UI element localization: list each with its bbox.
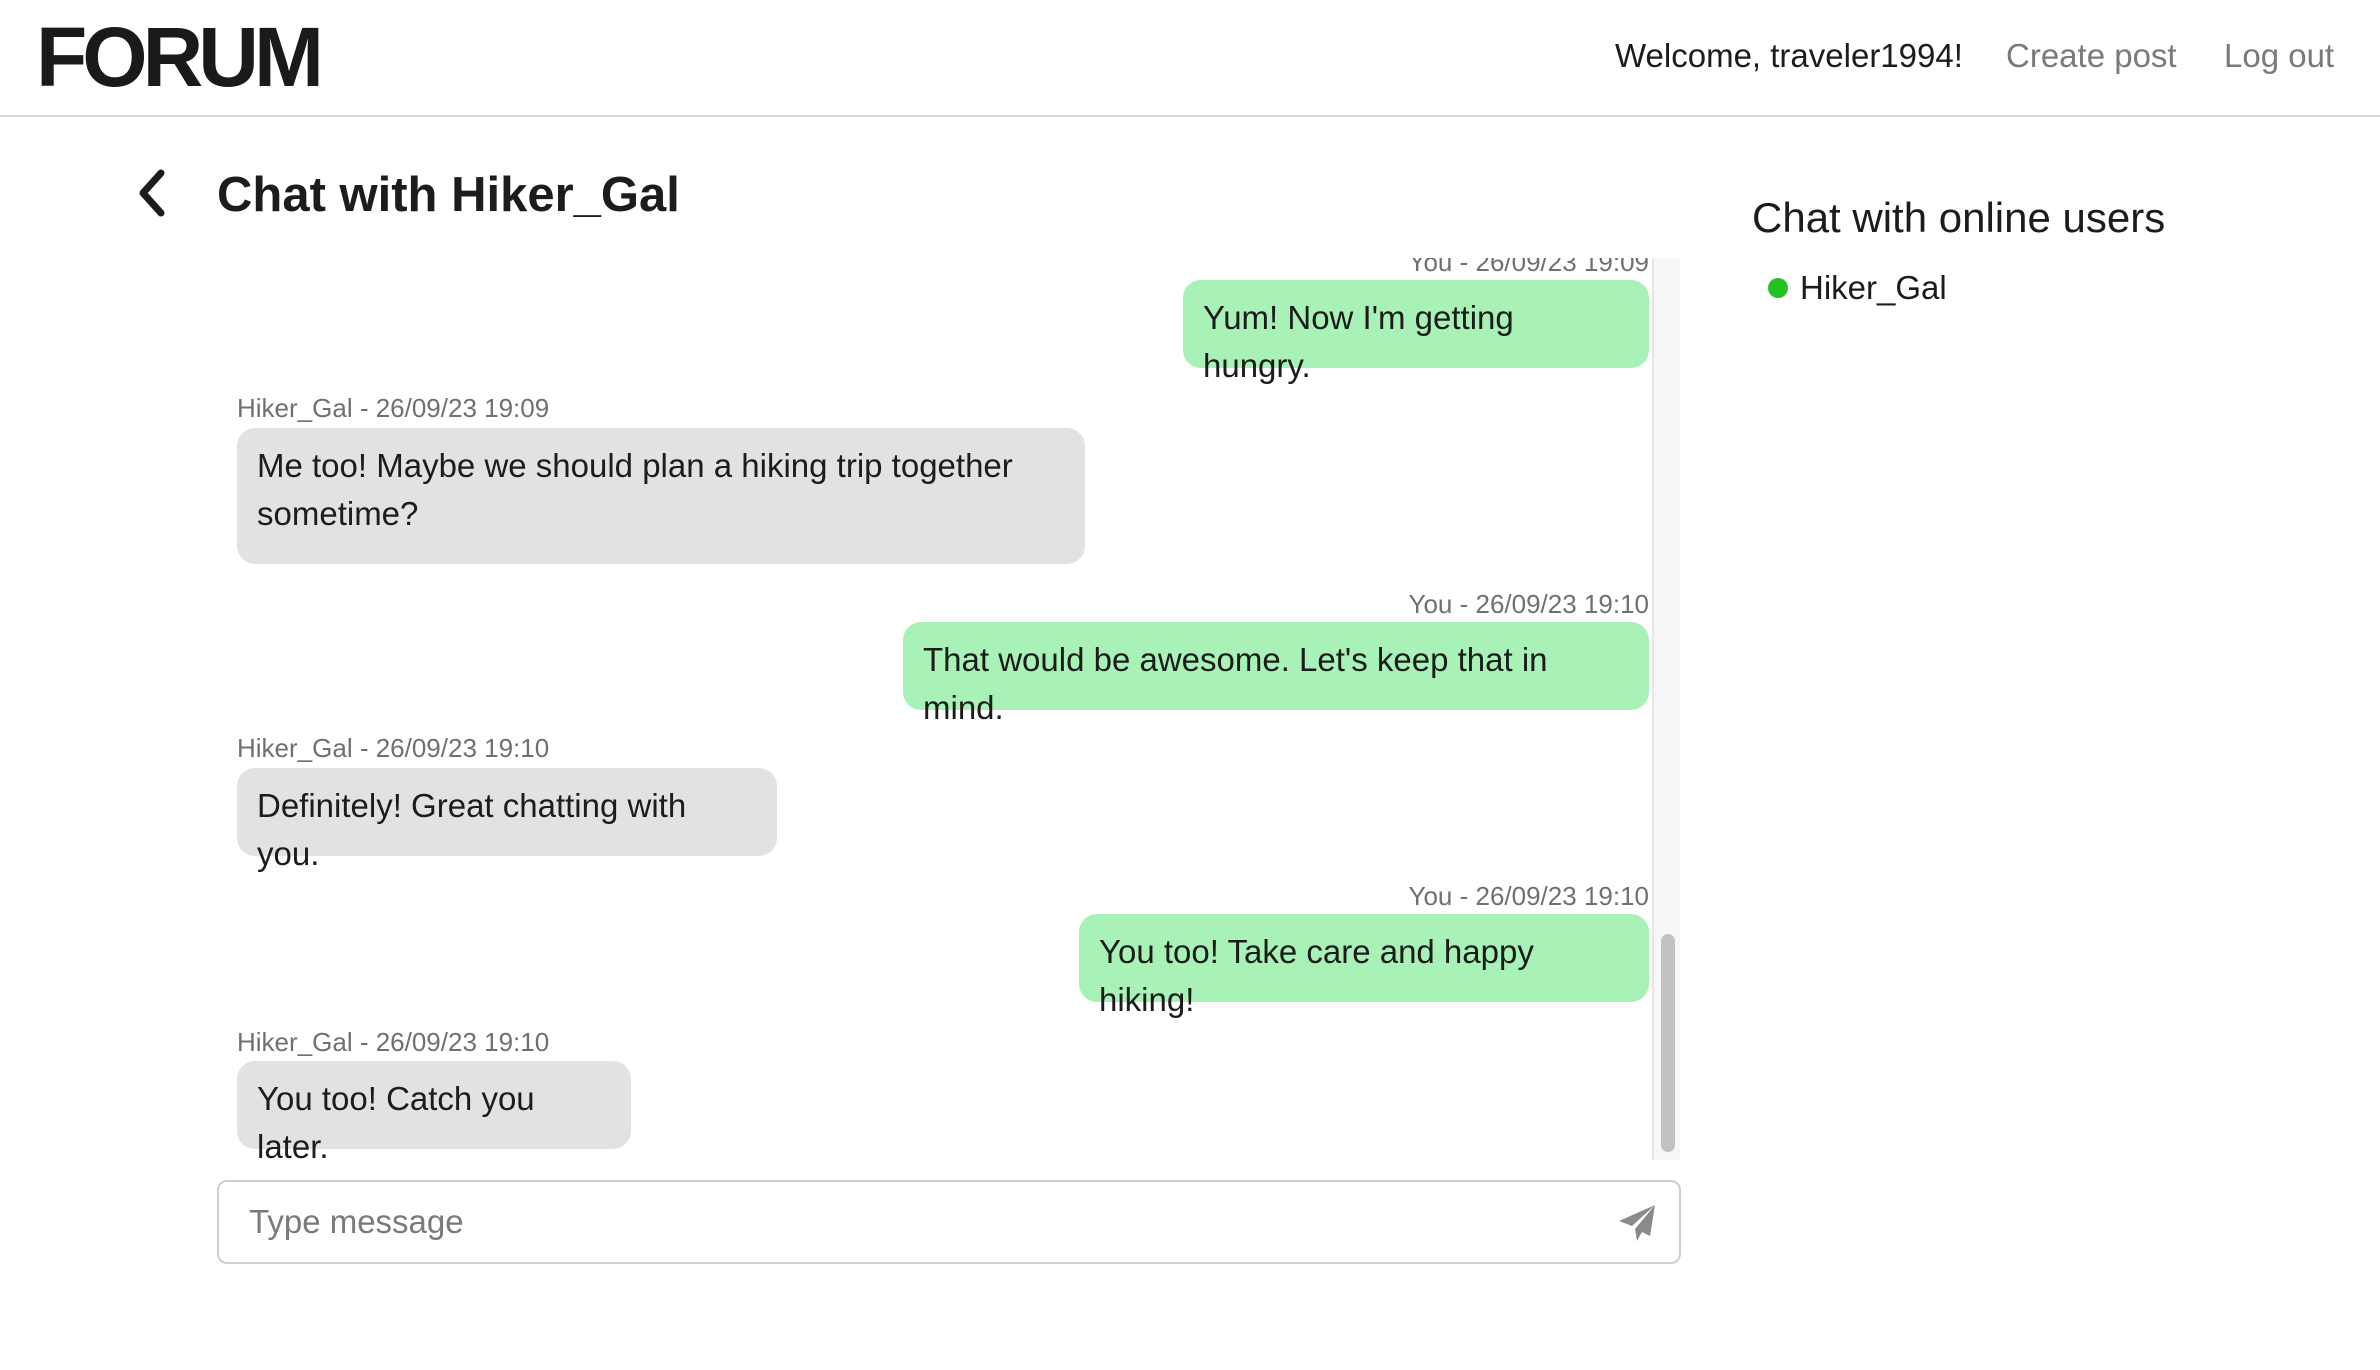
create-post-link[interactable]: Create post xyxy=(2006,36,2177,76)
online-users-title: Chat with online users xyxy=(1752,194,2166,241)
top-navbar: FORUM Welcome, traveler1994! Create post… xyxy=(0,0,2380,117)
chat-title: Chat with Hiker_Gal xyxy=(217,168,680,222)
message-meta: You - 26/09/23 19:10 xyxy=(1408,589,1649,619)
welcome-text: Welcome, traveler1994! xyxy=(1615,37,1963,74)
message-meta: You - 26/09/23 19:10 xyxy=(1408,881,1649,911)
forum-logo[interactable]: FORUM xyxy=(36,10,324,105)
log-out-link[interactable]: Log out xyxy=(2224,36,2334,76)
message-bubble-own: That would be awesome. Let's keep that i… xyxy=(903,622,1649,726)
online-user-name: Hiker_Gal xyxy=(1800,269,1947,306)
page: FORUM Welcome, traveler1994! Create post… xyxy=(0,0,2380,1370)
paper-plane-icon xyxy=(1619,1205,1655,1241)
chevron-left-icon xyxy=(139,169,165,217)
message-bubble-own: Yum! Now I'm getting hungry. xyxy=(1183,280,1649,384)
message-bubble-other: Definitely! Great chatting with you. xyxy=(237,768,777,872)
message-composer xyxy=(217,1180,1681,1264)
online-user-hiker-gal[interactable]: Hiker_Gal xyxy=(1768,266,1947,310)
message-input[interactable] xyxy=(249,1196,1549,1248)
online-dot-icon xyxy=(1768,278,1788,298)
message-meta: Hiker_Gal - 26/09/23 19:10 xyxy=(237,1027,550,1057)
message-list[interactable]: You - 26/09/23 19:09 Yum! Now I'm gettin… xyxy=(217,258,1681,1160)
message-bubble-own: You too! Take care and happy hiking! xyxy=(1079,914,1649,1018)
message-meta: Hiker_Gal - 26/09/23 19:09 xyxy=(237,393,550,423)
message-meta: You - 26/09/23 19:09 xyxy=(1408,258,1649,277)
message-meta: Hiker_Gal - 26/09/23 19:10 xyxy=(237,733,550,763)
send-button[interactable] xyxy=(1613,1199,1661,1247)
message-scrollbar[interactable] xyxy=(1652,258,1680,1160)
message-bubble-other: You too! Catch you later. xyxy=(237,1061,631,1160)
back-button[interactable] xyxy=(130,168,174,218)
message-bubble-other: Me too! Maybe we should plan a hiking tr… xyxy=(237,428,1085,564)
scrollbar-thumb[interactable] xyxy=(1661,934,1675,1152)
